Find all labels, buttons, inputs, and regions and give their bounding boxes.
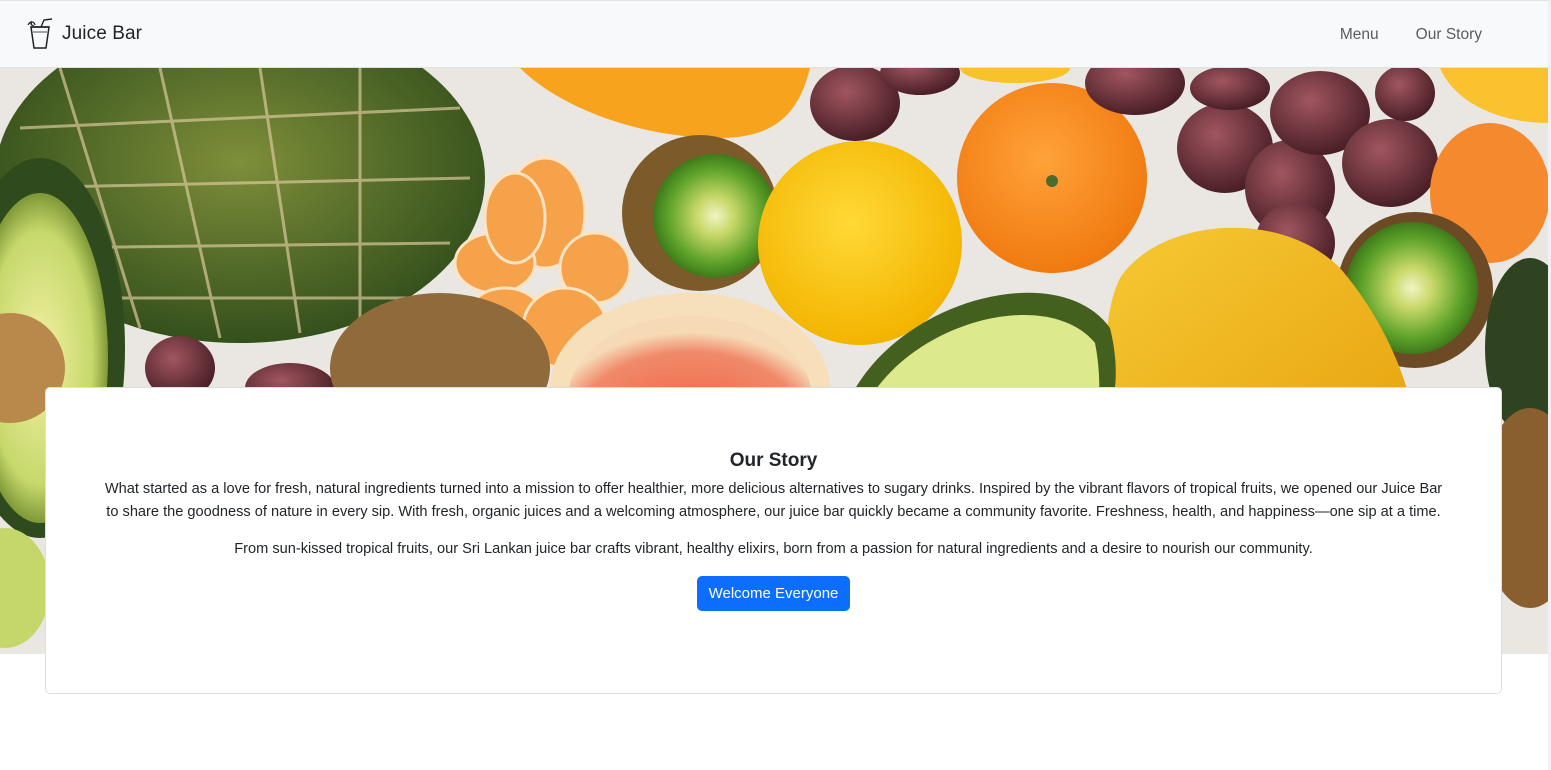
our-story-card: Our Story What started as a love for fre… — [45, 387, 1502, 694]
navbar: Juice Bar Menu Our Story — [0, 0, 1548, 68]
section-title: Our Story — [729, 450, 818, 471]
nav-link-menu[interactable]: Menu — [1340, 26, 1379, 44]
story-paragraph: What started as a love for fresh, natura… — [104, 481, 1443, 520]
brand-name: Juice Bar — [62, 23, 143, 44]
nav-links: Menu Our Story — [1303, 1, 1482, 69]
story-paragraph-secondary: From sun-kissed tropical fruits, our Sri… — [234, 541, 1313, 557]
nav-link-our-story[interactable]: Our Story — [1416, 26, 1482, 44]
juice-glass-icon — [27, 18, 53, 49]
welcome-button[interactable]: Welcome Everyone — [696, 575, 851, 611]
brand-link[interactable]: Juice Bar — [25, 18, 142, 50]
